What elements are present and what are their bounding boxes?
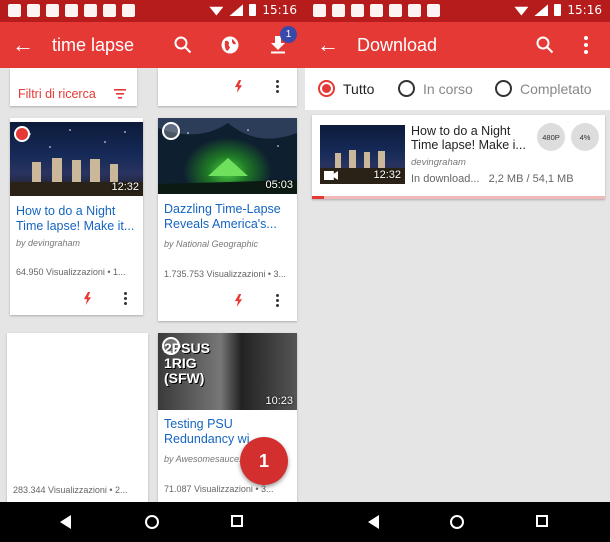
tab-tutto[interactable]: Tutto bbox=[318, 80, 374, 97]
more-options-icon[interactable] bbox=[276, 80, 280, 93]
download-status-text: In download... bbox=[411, 173, 480, 185]
radio-icon bbox=[398, 80, 415, 97]
search-icon[interactable] bbox=[530, 30, 560, 60]
filter-tabs: Tutto In corso Completato bbox=[305, 68, 610, 110]
video-card[interactable]: 12:32 How to do a Night Time lapse! Make… bbox=[10, 118, 143, 315]
video-title[interactable]: How to do a Night Time lapse! Make it... bbox=[16, 204, 137, 234]
signal-icon bbox=[534, 4, 549, 16]
download-size: 2,2 MB / 54,1 MB bbox=[488, 173, 574, 185]
wifi-icon bbox=[209, 6, 224, 16]
back-arrow-icon[interactable]: ← bbox=[313, 30, 343, 60]
nav-home-icon[interactable] bbox=[145, 515, 159, 529]
download-count-badge: 1 bbox=[280, 26, 297, 43]
video-views: 64.950 Visualizzazioni • 1... bbox=[16, 267, 126, 277]
video-card[interactable]: 05:03 Dazzling Time-Lapse Reveals Americ… bbox=[158, 118, 297, 321]
tab-label: Tutto bbox=[343, 80, 375, 97]
overflow-menu-icon[interactable] bbox=[571, 30, 601, 60]
nav-bar bbox=[0, 502, 305, 542]
flash-download-icon[interactable] bbox=[83, 292, 92, 305]
tab-label: Completato bbox=[520, 80, 592, 97]
download-thumbnail: 12:32 bbox=[320, 125, 405, 184]
search-icon[interactable] bbox=[168, 30, 198, 60]
download-status: In download... 2,2 MB / 54,1 MB bbox=[411, 173, 574, 185]
status-time: 15:16 bbox=[262, 3, 297, 17]
video-card-partial[interactable] bbox=[158, 68, 297, 106]
select-checkbox[interactable] bbox=[162, 122, 180, 140]
more-options-icon[interactable] bbox=[276, 294, 280, 307]
nav-home-icon[interactable] bbox=[450, 515, 464, 529]
video-camera-icon bbox=[324, 171, 338, 180]
video-views: 283.344 Visualizzazioni • 2... bbox=[13, 485, 128, 495]
flash-download-icon[interactable] bbox=[234, 80, 243, 93]
search-results-screen: 15:16 ← time lapse 1 Filtri di ricerca 1… bbox=[0, 0, 305, 502]
download-button[interactable]: 1 bbox=[263, 26, 297, 60]
status-time: 15:16 bbox=[567, 3, 602, 17]
search-query[interactable]: time lapse bbox=[52, 35, 134, 56]
nav-back-icon[interactable] bbox=[368, 515, 379, 529]
flash-download-icon[interactable] bbox=[234, 294, 243, 307]
video-author: by Awesomesauce... bbox=[164, 454, 247, 464]
radio-selected-icon bbox=[318, 80, 335, 97]
notification-icons bbox=[8, 4, 135, 17]
download-item[interactable]: 12:32 How to do a Night Time lapse! Make… bbox=[312, 115, 605, 199]
video-card[interactable]: 283.344 Visualizzazioni • 2... bbox=[7, 333, 148, 502]
video-author: by devingraham bbox=[16, 238, 81, 248]
tab-label: In corso bbox=[423, 80, 473, 97]
filter-label: Filtri di ricerca bbox=[18, 87, 96, 101]
video-duration: 10:23 bbox=[265, 395, 293, 407]
video-title[interactable]: Dazzling Time-Lapse Reveals America's... bbox=[164, 202, 291, 232]
wifi-icon bbox=[514, 6, 529, 16]
status-bar: 15:16 bbox=[0, 0, 305, 22]
selected-checkbox[interactable] bbox=[14, 126, 30, 142]
battery-icon bbox=[554, 4, 562, 16]
page-title: Download bbox=[357, 35, 438, 55]
search-filter-button[interactable]: Filtri di ricerca bbox=[10, 68, 137, 106]
video-duration: 12:32 bbox=[373, 169, 401, 181]
radio-icon bbox=[495, 80, 512, 97]
notification-icons bbox=[313, 4, 440, 17]
app-bar: ← time lapse 1 bbox=[0, 22, 305, 68]
nav-bar bbox=[305, 502, 610, 542]
more-options-icon[interactable] bbox=[124, 292, 128, 305]
download-screen: 15:16 ← Download Tutto In corso Completa… bbox=[305, 0, 610, 502]
percent-badge: 4% bbox=[571, 123, 599, 151]
back-arrow-icon[interactable]: ← bbox=[8, 30, 38, 60]
nav-back-icon[interactable] bbox=[60, 515, 71, 529]
signal-icon bbox=[229, 4, 244, 16]
download-progress-fill bbox=[312, 196, 324, 199]
callout-marker: 1 bbox=[240, 437, 288, 485]
status-bar: 15:16 bbox=[305, 0, 610, 22]
app-bar: ← Download bbox=[305, 22, 610, 68]
video-duration: 12:32 bbox=[111, 181, 139, 193]
video-views: 1.735.753 Visualizzazioni • 3... bbox=[164, 269, 287, 279]
download-author: devingraham bbox=[411, 157, 466, 168]
quality-badge: 480P bbox=[537, 123, 565, 151]
select-checkbox[interactable] bbox=[162, 337, 180, 355]
tab-completato[interactable]: Completato bbox=[495, 80, 592, 97]
video-duration: 05:03 bbox=[265, 179, 293, 191]
battery-icon bbox=[249, 4, 257, 16]
nav-recents-icon[interactable] bbox=[231, 515, 243, 527]
nav-recents-icon[interactable] bbox=[536, 515, 548, 527]
download-title: How to do a Night Time lapse! Make i... bbox=[411, 124, 526, 152]
video-author: by National Geographic bbox=[164, 239, 259, 249]
filter-icon bbox=[114, 86, 126, 99]
download-progress-bar bbox=[312, 196, 605, 199]
tab-in-corso[interactable]: In corso bbox=[398, 80, 473, 97]
video-views: 71.087 Visualizzazioni • 3... bbox=[164, 484, 274, 494]
globe-icon[interactable] bbox=[215, 30, 245, 60]
